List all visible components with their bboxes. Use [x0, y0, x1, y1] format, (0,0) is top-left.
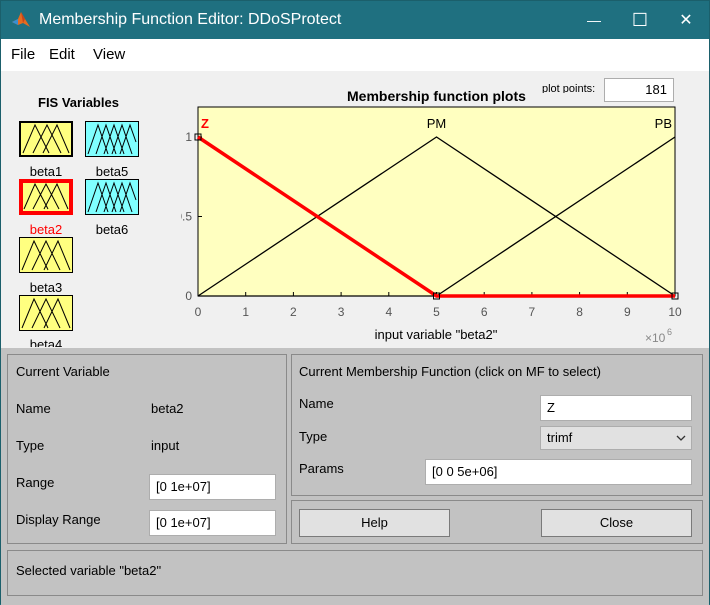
var-label-beta6: beta6 — [95, 222, 129, 237]
mf-label-z: Z — [201, 116, 209, 131]
x-tick-label: 1 — [242, 305, 249, 319]
cv-name-label: Name — [16, 401, 51, 416]
x-tick-label: 3 — [338, 305, 345, 319]
menu-bar: File Edit View — [1, 39, 709, 71]
var-box-beta3[interactable] — [19, 237, 73, 273]
mf-plot-area[interactable]: 0 1 2 3 4 5 6 7 8 9 10 0 0.5 1 PM PB Z input variable "… — [181, 101, 701, 351]
var-box-beta5[interactable] — [85, 121, 139, 157]
mf-thumbnail-icon — [23, 182, 69, 210]
var-box-beta2[interactable] — [19, 179, 73, 215]
x-axis-label: input variable "beta2" — [375, 327, 498, 342]
menu-file[interactable]: File — [11, 46, 35, 63]
menu-view[interactable]: View — [93, 46, 125, 63]
cv-type-value: input — [151, 438, 180, 453]
current-variable-panel: Current Variable Name beta2 Type input R… — [7, 354, 287, 544]
minimize-button[interactable]: — — [571, 1, 617, 39]
mf-thumbnail-icon — [22, 123, 70, 154]
cv-display-range-label: Display Range — [16, 512, 101, 527]
x-tick-label: 2 — [290, 305, 297, 319]
control-area: Current Variable Name beta2 Type input R… — [1, 348, 709, 605]
x-tick-label: 9 — [624, 305, 631, 319]
var-label-beta5: beta5 — [95, 164, 129, 179]
plot-points-label: plot points: — [542, 83, 596, 93]
mf-params-input[interactable]: [0 0 5e+06] — [425, 459, 692, 485]
close-icon: ✕ — [679, 12, 693, 29]
status-text: Selected variable "beta2" — [16, 563, 162, 578]
maximize-icon: ☐ — [631, 9, 649, 30]
chevron-down-icon — [676, 435, 686, 441]
x-multiplier-exponent: 6 — [667, 327, 672, 337]
mf-name-label: Name — [299, 396, 334, 411]
display-range-input[interactable]: [0 1e+07] — [149, 510, 276, 536]
close-button[interactable]: Close — [541, 509, 692, 537]
range-input[interactable]: [0 1e+07] — [149, 474, 276, 500]
mf-thumbnail-icon — [21, 297, 71, 329]
var-box-beta1[interactable] — [19, 121, 73, 157]
cv-type-label: Type — [16, 438, 45, 453]
x-tick-label: 7 — [529, 305, 536, 319]
mf-label-pb: PB — [655, 116, 672, 131]
cv-name-value: beta2 — [151, 401, 184, 416]
var-label-beta1: beta1 — [29, 164, 63, 179]
mf-thumbnail-icon — [21, 239, 71, 271]
var-label-beta4: beta4 — [29, 337, 63, 347]
var-label-beta2: beta2 — [29, 222, 63, 237]
mf-type-label: Type — [299, 429, 328, 444]
buttons-panel: Help Close — [291, 500, 703, 544]
x-tick-label: 4 — [385, 305, 392, 319]
cv-range-label: Range — [16, 475, 55, 490]
x-tick-label: 8 — [576, 305, 583, 319]
x-multiplier-label: ×10 — [645, 331, 666, 345]
mf-thumbnail-icon — [87, 123, 137, 155]
current-mf-heading: Current Membership Function (click on MF… — [299, 364, 601, 379]
var-box-beta4[interactable] — [19, 295, 73, 331]
y-tick-label: 1 — [185, 130, 192, 144]
figure-area: FIS Variables beta1 beta5 beta2 beta6 be… — [1, 71, 709, 348]
x-tick-label: 10 — [668, 305, 682, 319]
current-mf-panel: Current Membership Function (click on MF… — [291, 354, 703, 496]
status-panel: Selected variable "beta2" — [7, 550, 703, 596]
y-tick-label: 0.5 — [181, 210, 192, 224]
mf-params-label: Params — [299, 461, 344, 476]
mf-type-value: trimf — [547, 430, 573, 445]
mf-type-select[interactable]: trimf — [540, 426, 692, 450]
close-window-button[interactable]: ✕ — [663, 1, 709, 39]
x-tick-label: 6 — [481, 305, 488, 319]
y-tick-label: 0 — [185, 289, 192, 303]
maximize-button[interactable]: ☐ — [617, 1, 663, 39]
var-box-beta6[interactable] — [85, 179, 139, 215]
help-button[interactable]: Help — [299, 509, 450, 537]
mf-label-pm: PM — [427, 116, 447, 131]
window-title: Membership Function Editor: DDoSProtect — [39, 11, 342, 28]
x-tick-label: 5 — [433, 305, 440, 319]
mf-editor-window: Membership Function Editor: DDoSProtect … — [0, 0, 710, 605]
mf-thumbnail-icon — [87, 181, 137, 213]
menu-edit[interactable]: Edit — [49, 46, 75, 63]
var-label-beta3: beta3 — [29, 280, 63, 295]
plot-background — [197, 106, 676, 297]
minimize-icon: — — [587, 12, 601, 28]
title-bar: Membership Function Editor: DDoSProtect … — [1, 1, 709, 39]
mf-name-input[interactable]: Z — [540, 395, 692, 421]
fis-variables-heading: FIS Variables — [38, 95, 119, 110]
current-variable-heading: Current Variable — [16, 364, 110, 379]
matlab-logo-icon — [12, 12, 30, 27]
plot-points-input[interactable]: 181 — [604, 78, 674, 102]
x-tick-label: 0 — [195, 305, 202, 319]
